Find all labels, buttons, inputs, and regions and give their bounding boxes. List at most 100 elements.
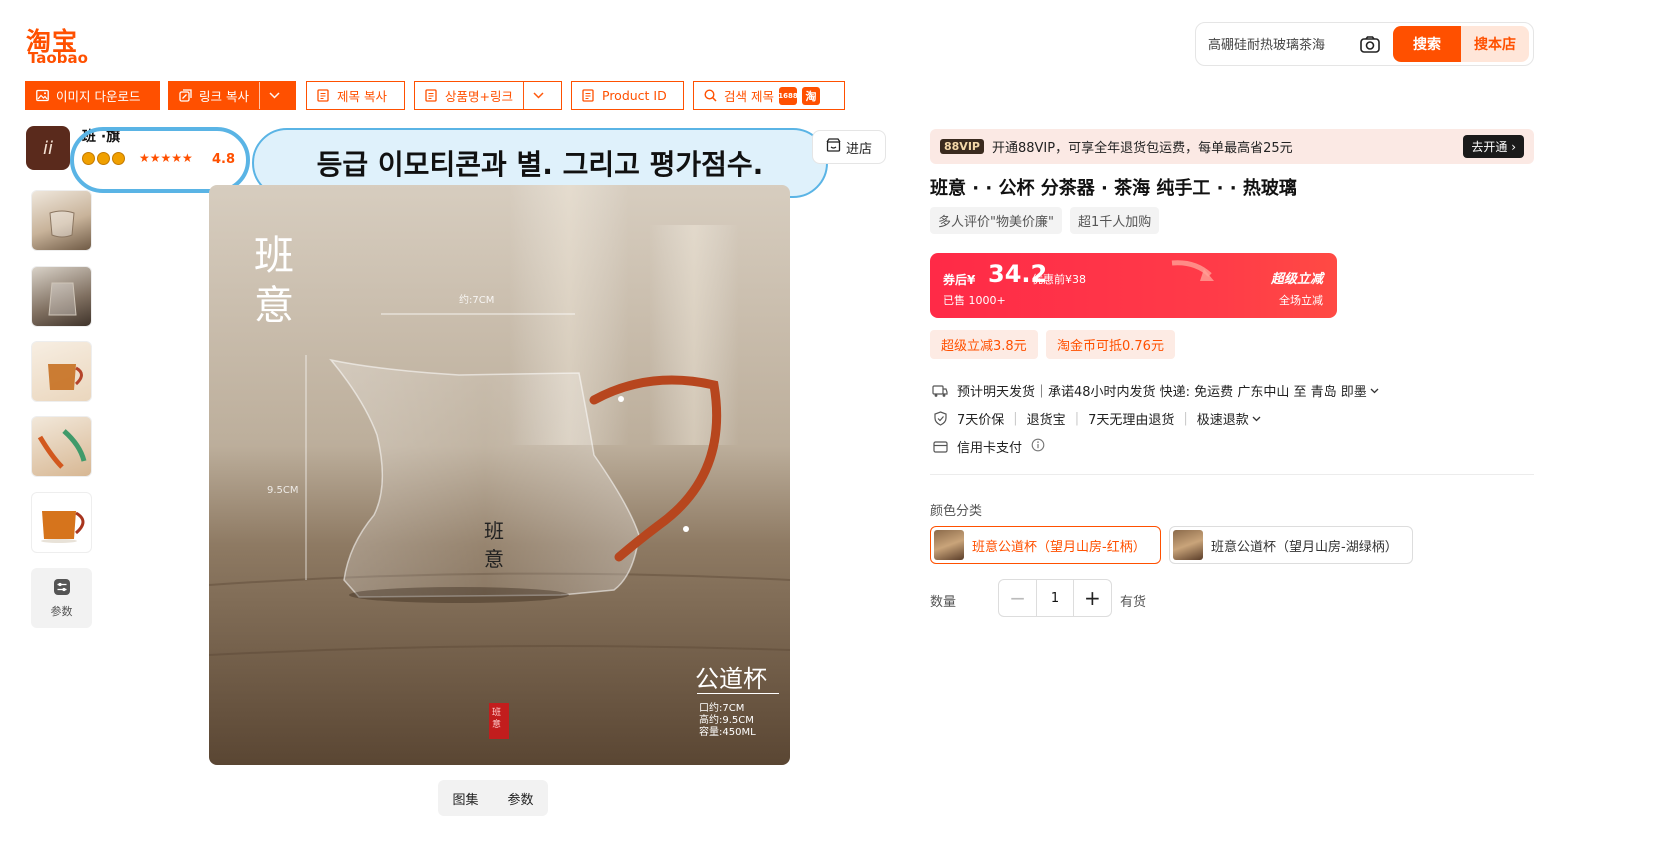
settings-sliders-icon (53, 578, 71, 599)
sold-count: 已售 1000+ (943, 294, 1006, 307)
product-name-link-button[interactable]: 상품명+링크 (414, 81, 562, 110)
product-name-link-label: 상품명+링크 (445, 89, 513, 104)
quantity-decrease-button[interactable]: − (999, 580, 1036, 616)
quantity-label: 数量 (930, 595, 957, 610)
payment-text: 信用卡支付 (957, 441, 1023, 456)
product-id-label: Product ID (602, 88, 667, 103)
vip-tag: 88VIP (940, 139, 984, 154)
image-icon (36, 89, 50, 103)
tab-params[interactable]: 参数 (507, 789, 533, 808)
chevron-down-icon[interactable] (258, 82, 289, 109)
chevron-down-icon[interactable] (522, 82, 553, 109)
search-input[interactable] (1208, 35, 1353, 55)
vip-banner: 88VIP 开通88VIP，可享全年退货包运费，每单最高省25元 去开通 › (930, 129, 1534, 164)
separator: | (1013, 411, 1018, 426)
width-label: 约:7CM (459, 295, 495, 306)
payment-row[interactable]: 信用卡支付 (932, 437, 1045, 456)
glass-mark-1: 班 (484, 519, 504, 543)
shipping-text: 预计明天发货｜承诺48小时内发货 快递: 免运费 广东中山 至 青岛 即墨 (957, 385, 1367, 400)
params-thumbnail-label: 参数 (50, 604, 73, 618)
link-copy-label: 링크 복사 (199, 89, 249, 104)
link-icon (179, 89, 193, 103)
promo-badge[interactable]: 淘金币可抵0.76元 (1046, 330, 1175, 359)
thumbnail-2[interactable] (31, 266, 92, 327)
vip-open-button[interactable]: 去开通 › (1463, 135, 1524, 158)
shield-icon (932, 411, 948, 427)
product-id-button[interactable]: Product ID (571, 81, 684, 110)
quantity-value[interactable]: 1 (1036, 580, 1074, 616)
guarantee-item: 7天价保 (957, 413, 1005, 428)
guarantee-item: 退货宝 (1026, 413, 1066, 428)
height-label: 9.5CM (267, 485, 299, 496)
spec-item: 高约:9.5CM (699, 715, 754, 726)
divider (930, 474, 1534, 475)
search-title-label: 검색 제목 (724, 89, 774, 104)
store-avatar[interactable]: ii (26, 126, 70, 170)
sku-label: 班意公道杯（望月山房-红柄） (972, 539, 1146, 555)
price-before-discount: 优惠前¥38 (1032, 273, 1086, 286)
glass-mark-2: 意 (484, 547, 504, 571)
thumbnail-3[interactable] (31, 341, 92, 402)
credit-card-icon (932, 439, 948, 455)
shop-icon (826, 138, 841, 156)
super-discount-label: 超级立减 (1270, 272, 1323, 287)
info-icon[interactable] (1031, 438, 1045, 456)
title-copy-label: 제목 복사 (337, 89, 387, 104)
enter-shop-button[interactable]: 进店 (812, 130, 886, 164)
document-icon (317, 89, 331, 103)
shipping-row[interactable]: 预计明天发货｜承诺48小时内发货 快递: 免运费 广东中山 至 青岛 即墨 (932, 381, 1379, 400)
chevron-down-icon (1252, 411, 1261, 426)
main-product-image[interactable]: 班 意 约:7CM 9.5CM 班 意 公道杯 口约:7CM 高约:9.5CM … (209, 185, 790, 765)
product-type-label: 公道杯 (695, 665, 767, 693)
annotation-highlight-ring (70, 127, 250, 193)
search-bar: 搜索 搜本店 (1195, 22, 1534, 66)
vip-text: 开通88VIP，可享全年退货包运费，每单最高省25元 (991, 141, 1293, 156)
title-copy-button[interactable]: 제목 복사 (306, 81, 405, 110)
truck-icon (932, 383, 948, 399)
guarantee-row[interactable]: 7天价保 | 退货宝 | 7天无理由退货 | 极速退款 (932, 409, 1261, 428)
badge-1688-icon[interactable]: 1688 (778, 86, 798, 105)
promo-badge[interactable]: 超级立减3.8元 (930, 330, 1038, 359)
sku-option-red-handle[interactable]: 班意公道杯（望月山房-红柄） (930, 526, 1161, 564)
taobao-badge-icon[interactable]: 淘 (801, 86, 820, 105)
product-title: 班意 · · 公杯 分茶器 · 茶海 纯手工 · · 热玻璃 (930, 178, 1297, 199)
quantity-increase-button[interactable]: + (1074, 580, 1111, 616)
search-shop-button[interactable]: 搜本店 (1461, 26, 1529, 62)
document-icon (425, 89, 439, 103)
search-icon (704, 89, 718, 103)
color-category-label: 颜色分类 (930, 504, 983, 519)
image-download-button[interactable]: 이미지 다운로드 (25, 81, 160, 110)
spec-list: 口约:7CM 高约:9.5CM 容量:450ML (699, 703, 756, 739)
red-seal: 班意 (492, 708, 502, 730)
thumbnail-5[interactable] (31, 492, 92, 553)
sku-thumbnail (1173, 530, 1203, 560)
sku-label: 班意公道杯（望月山房-湖绿柄） (1211, 539, 1398, 555)
gallery-tabs: 图集 参数 (438, 780, 548, 816)
product-tag: 多人评价"物美价廉" (930, 207, 1062, 234)
separator: | (1074, 411, 1080, 426)
search-button[interactable]: 搜索 (1393, 26, 1461, 62)
sku-option-green-handle[interactable]: 班意公道杯（望月山房-湖绿柄） (1169, 526, 1413, 564)
taobao-logo-en[interactable]: Taobao (28, 49, 88, 67)
thumbnail-1[interactable] (31, 190, 92, 251)
price-box: 券后¥ 34.2 优惠前¥38 已售 1000+ 超级立减 全场立减 (930, 253, 1337, 318)
arrow-decoration-icon (1171, 260, 1214, 281)
link-copy-button[interactable]: 링크 복사 (168, 81, 296, 110)
divider-line (697, 693, 779, 694)
brand-logo-char-2: 意 (254, 283, 294, 329)
super-discount-sub: 全场立减 (1279, 294, 1323, 307)
camera-icon[interactable] (1359, 34, 1381, 56)
price-label: 券后¥ (943, 273, 976, 287)
document-icon (582, 89, 596, 103)
sku-thumbnail (934, 530, 964, 560)
tab-gallery[interactable]: 图集 (452, 789, 478, 808)
params-thumbnail[interactable]: 参数 (31, 568, 92, 628)
separator: | (1183, 411, 1188, 426)
enter-shop-label: 进店 (845, 141, 872, 157)
quantity-stepper: − 1 + (998, 579, 1112, 617)
thumbnail-4[interactable] (31, 416, 92, 477)
product-tag: 超1千人加购 (1069, 207, 1160, 234)
stock-status: 有货 (1120, 595, 1147, 610)
guarantee-item: 7天无理由退货 (1088, 413, 1175, 428)
search-title-button[interactable]: 검색 제목 1688 淘 (693, 81, 845, 110)
